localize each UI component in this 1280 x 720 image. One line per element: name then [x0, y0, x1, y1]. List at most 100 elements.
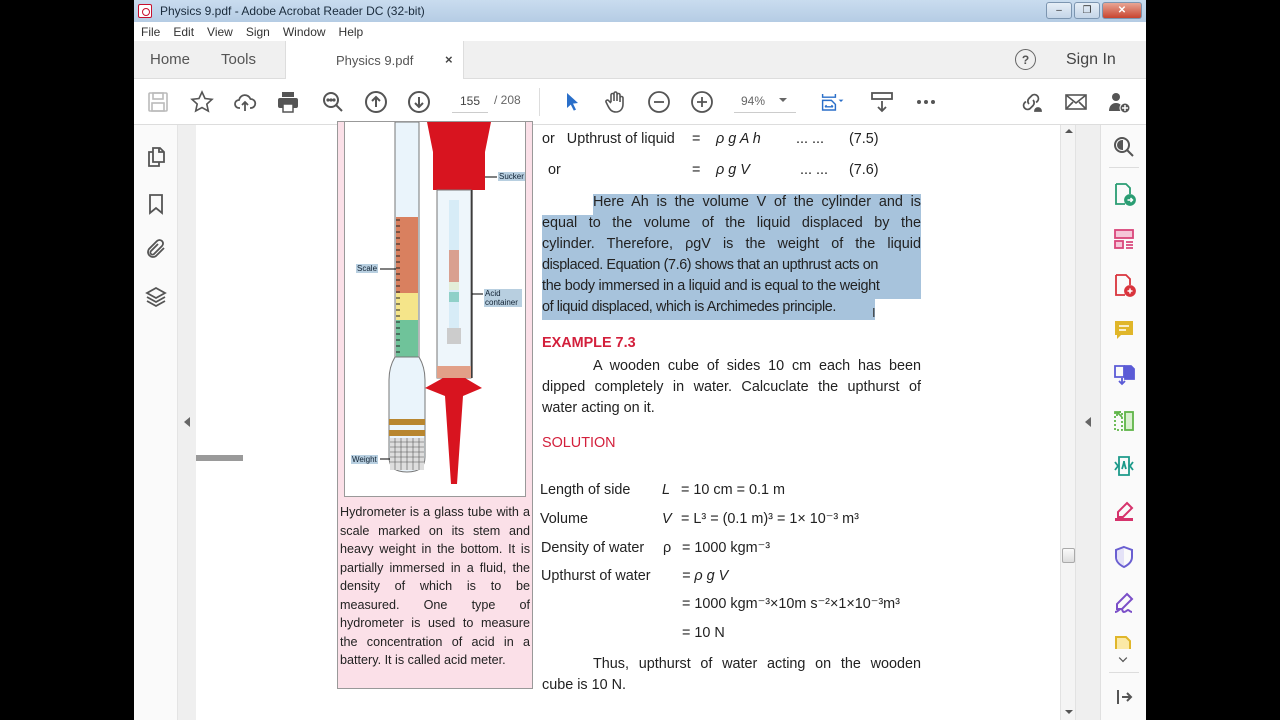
- document-view: Sucker Scale Acid container Weight Hydro…: [196, 121, 1060, 720]
- more-icon[interactable]: [913, 89, 939, 115]
- attachments-icon[interactable]: [144, 237, 168, 261]
- hand-tool-icon[interactable]: [602, 89, 628, 115]
- compress-icon[interactable]: [1112, 409, 1136, 433]
- acrobat-window: Physics 9.pdf - Adobe Acrobat Reader DC …: [134, 0, 1146, 720]
- example-text-line: water acting on it.: [542, 400, 655, 416]
- solution-density: Density of water ρ = 1000 kgm⁻³: [541, 540, 770, 556]
- chevron-down-icon: [779, 98, 787, 102]
- export-pdf-icon[interactable]: [1112, 182, 1136, 206]
- main-toolbar: 155 / 208 94%: [134, 79, 1146, 125]
- menu-help[interactable]: Help: [339, 25, 364, 39]
- weight-label: Weight: [351, 455, 378, 464]
- print-icon[interactable]: [275, 89, 301, 115]
- solution-upthrust-calc: = 1000 kgm⁻³×10m s⁻²×1×10⁻³m³: [682, 596, 900, 612]
- tab-bar: Home Tools Physics 9.pdf × ? Sign In: [134, 41, 1146, 79]
- toolbar-divider: [539, 88, 540, 116]
- add-user-icon[interactable]: [1106, 89, 1132, 115]
- equation-7-5: or Upthrust of liquid = ρ g A h ... ... …: [542, 131, 879, 147]
- tab-home[interactable]: Home: [150, 51, 190, 68]
- menu-sign[interactable]: Sign: [246, 25, 270, 39]
- example-text-line: dipped completely in water. Calcuclate t…: [542, 379, 921, 395]
- expand-right-pane-icon[interactable]: [1085, 417, 1091, 427]
- tools-divider: [1109, 672, 1139, 673]
- zoom-level-dropdown[interactable]: 94%: [734, 93, 796, 113]
- solution-heading: SOLUTION: [542, 435, 616, 451]
- more-tools-chevron-icon[interactable]: [1118, 653, 1128, 663]
- acrobat-app-icon: [138, 4, 152, 18]
- menu-file[interactable]: File: [141, 25, 160, 39]
- scroll-down-arrow-icon[interactable]: [1065, 710, 1073, 714]
- tab-tools[interactable]: Tools: [221, 51, 256, 68]
- hydrometer-illustration: Sucker Scale Acid container Weight: [344, 121, 526, 497]
- combine-files-icon[interactable]: [1112, 363, 1136, 387]
- scroll-up-arrow-icon[interactable]: [1065, 129, 1073, 133]
- protect-icon[interactable]: [1112, 545, 1136, 569]
- save-icon[interactable]: [145, 89, 171, 115]
- total-pages: / 208: [494, 93, 521, 107]
- scale-label: Scale: [356, 264, 379, 273]
- share-link-icon[interactable]: [1018, 89, 1044, 115]
- bookmark-star-icon[interactable]: [189, 89, 215, 115]
- tab-document[interactable]: Physics 9.pdf ×: [285, 41, 464, 79]
- collapse-left-pane-icon[interactable]: [184, 417, 190, 427]
- collapse-tools-pane-icon[interactable]: [1112, 685, 1136, 709]
- sign-in-button[interactable]: Sign In: [1066, 51, 1116, 69]
- find-icon[interactable]: [320, 89, 346, 115]
- fill-sign-icon[interactable]: [1112, 500, 1136, 524]
- minimize-button[interactable]: –: [1046, 2, 1072, 19]
- upload-cloud-icon[interactable]: [232, 89, 258, 115]
- title-bar: Physics 9.pdf - Adobe Acrobat Reader DC …: [134, 0, 1146, 22]
- sign-icon[interactable]: [1112, 591, 1136, 615]
- page-number-input[interactable]: 155: [452, 93, 488, 113]
- menu-view[interactable]: View: [207, 25, 233, 39]
- enhance-scan-icon[interactable]: [1112, 135, 1136, 159]
- protect-scan-icon[interactable]: [1112, 454, 1136, 478]
- menu-edit[interactable]: Edit: [173, 25, 194, 39]
- page-up-icon[interactable]: [363, 89, 389, 115]
- help-icon[interactable]: ?: [1015, 49, 1036, 70]
- bookmarks-icon[interactable]: [144, 192, 168, 216]
- right-pane-collapse-strip[interactable]: [1076, 125, 1100, 720]
- vertical-scrollbar[interactable]: [1060, 125, 1076, 720]
- solution-length: Length of side L = 10 cm = 0.1 m: [540, 482, 785, 498]
- create-pdf-icon[interactable]: [1112, 273, 1136, 297]
- select-cursor-icon[interactable]: [559, 89, 585, 115]
- scroll-mode-icon[interactable]: [869, 89, 895, 115]
- example-heading: EXAMPLE 7.3: [542, 335, 636, 351]
- hydrometer-figure: Sucker Scale Acid container Weight Hydro…: [337, 121, 533, 689]
- layers-icon[interactable]: [144, 285, 168, 309]
- figure-caption: Hydrometer is a glass tube with a scale …: [340, 505, 530, 667]
- email-icon[interactable]: [1063, 89, 1089, 115]
- solution-upthrust-result: = 10 N: [682, 625, 725, 641]
- tools-pane: [1100, 125, 1146, 720]
- equation-7-6: or = ρ g V ... ... (7.6): [548, 162, 879, 178]
- edit-pdf-icon[interactable]: [1112, 635, 1136, 649]
- horizontal-scroll-thumb[interactable]: [196, 455, 243, 461]
- solution-volume: Volume V = L³ = (0.1 m)³ = 1× 10⁻³ m³: [540, 511, 859, 527]
- left-pane-collapse-strip[interactable]: [178, 125, 196, 720]
- conclusion-line: Thus, upthurst of water acting on the wo…: [593, 656, 921, 672]
- conclusion-line: cube is 10 N.: [542, 677, 626, 693]
- tools-divider: [1109, 167, 1139, 168]
- zoom-out-icon[interactable]: [646, 89, 672, 115]
- comment-icon[interactable]: [1112, 318, 1136, 342]
- page-thumbnails-icon[interactable]: [144, 145, 168, 169]
- window-title: Physics 9.pdf - Adobe Acrobat Reader DC …: [160, 4, 425, 18]
- acid-container-label: Acid container: [484, 289, 522, 307]
- menu-window[interactable]: Window: [283, 25, 326, 39]
- document-tab-label: Physics 9.pdf: [336, 53, 414, 68]
- text-cursor-icon: I: [872, 305, 876, 320]
- fit-page-icon[interactable]: [816, 89, 850, 115]
- menu-bar: File Edit View Sign Window Help: [134, 22, 1146, 41]
- restore-button[interactable]: ❐: [1074, 2, 1100, 19]
- zoom-level-value: 94%: [741, 94, 766, 108]
- vertical-scroll-thumb[interactable]: [1062, 548, 1075, 563]
- organize-pages-icon[interactable]: [1112, 227, 1136, 251]
- page-down-icon[interactable]: [406, 89, 432, 115]
- solution-upthrust: Upthurst of water = ρ g V: [541, 568, 729, 584]
- left-navigation-pane: [134, 125, 178, 720]
- close-window-button[interactable]: ✕: [1102, 2, 1142, 19]
- close-tab-icon[interactable]: ×: [445, 52, 453, 67]
- example-text-line: A wooden cube of sides 10 cm each has be…: [593, 358, 921, 374]
- zoom-in-icon[interactable]: [689, 89, 715, 115]
